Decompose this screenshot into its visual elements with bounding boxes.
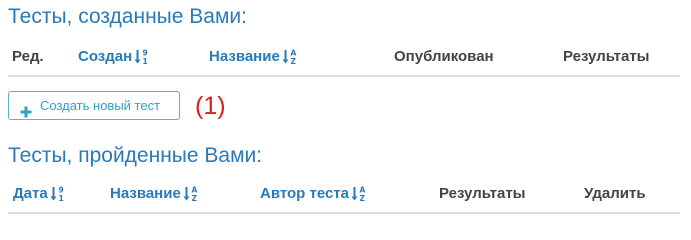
passed-tests-title: Тесты, пройденные Вами: [8, 144, 263, 167]
sort-alpha-icon: A Z [351, 185, 367, 203]
created-tests-title: Тесты, созданные Вами: [8, 5, 247, 28]
column-published-label: Опубликован [394, 48, 494, 65]
column-results: Результаты [563, 48, 649, 66]
plus-icon [20, 100, 32, 117]
sort-alpha-icon: A Z [183, 185, 199, 203]
column-created-label: Создан [78, 48, 133, 65]
column-edit: Ред. [12, 48, 44, 66]
passed-tests-table-header: Дата 9 1 Название A Z Автор теста A Z Ре… [8, 176, 680, 214]
column-date-label: Дата [13, 185, 48, 202]
column-date-sort[interactable]: Дата 9 1 [13, 185, 66, 203]
create-new-test-button[interactable]: Создать новый тест [8, 91, 180, 120]
annotation-marker: (1) [195, 92, 226, 120]
svg-text:Z: Z [191, 194, 197, 203]
svg-text:Z: Z [360, 194, 366, 203]
column-name-sort[interactable]: Название A Z [209, 48, 298, 66]
created-tests-table-header: Ред. Создан 9 1 Название A Z Опубликован… [8, 39, 680, 77]
column-author-label: Автор теста [260, 185, 350, 202]
column-author-sort[interactable]: Автор теста A Z [260, 185, 367, 203]
svg-text:1: 1 [58, 194, 63, 203]
column-passed-name-sort[interactable]: Название A Z [110, 185, 199, 203]
column-passed-results-label: Результаты [439, 185, 526, 202]
column-passed-name-label: Название [110, 185, 181, 202]
column-edit-label: Ред. [12, 48, 44, 65]
svg-text:1: 1 [143, 57, 148, 66]
svg-text:Z: Z [290, 57, 296, 66]
column-results-label: Результаты [563, 48, 650, 65]
column-passed-results: Результаты [439, 185, 525, 203]
column-published: Опубликован [394, 48, 494, 66]
column-created-sort[interactable]: Создан 9 1 [78, 48, 150, 66]
column-delete: Удалить [584, 185, 646, 203]
sort-alpha-icon: A Z [282, 48, 298, 66]
column-name-label: Название [209, 48, 280, 65]
column-delete-label: Удалить [584, 185, 646, 202]
sort-numeric-icon: 9 1 [50, 185, 66, 203]
create-new-test-label: Создать новый тест [40, 98, 161, 113]
sort-numeric-icon: 9 1 [134, 48, 150, 66]
